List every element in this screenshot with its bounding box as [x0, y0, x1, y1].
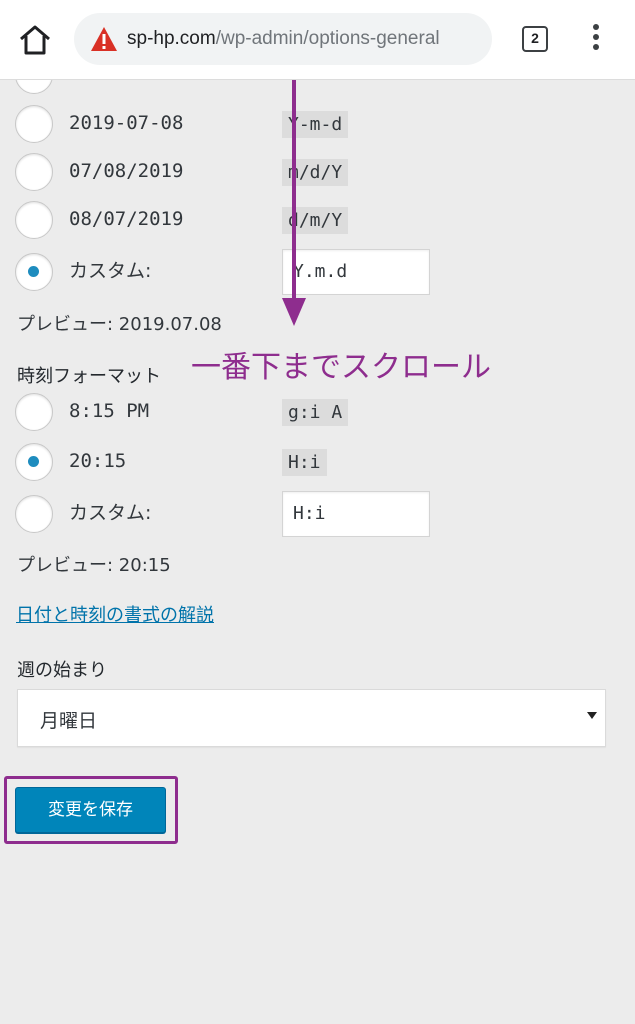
url-host: sp-hp.com: [127, 28, 216, 49]
radio-button[interactable]: [15, 153, 53, 191]
home-icon[interactable]: [18, 24, 52, 56]
radio-button-checked[interactable]: [15, 253, 53, 291]
time-format-option-1[interactable]: 8:15 PM g:i A: [15, 389, 615, 435]
week-start-title: 週の始まり: [17, 660, 107, 681]
scroll-annotation-text: 一番下までスクロール: [191, 350, 491, 385]
radio-button[interactable]: [15, 105, 53, 143]
time-format-custom-input[interactable]: H:i: [282, 491, 430, 537]
time-format-option-2[interactable]: 20:15 H:i: [15, 439, 615, 485]
date-preview: プレビュー: 2019.07.08: [17, 314, 222, 335]
warning-triangle-icon: [90, 26, 118, 52]
week-start-selected-value: 月曜日: [40, 710, 98, 732]
tab-switcher-button[interactable]: 2: [522, 26, 548, 52]
url-path: /wp-admin/options-general: [215, 28, 440, 49]
date-time-format-help-link[interactable]: 日付と時刻の書式の解説: [16, 601, 214, 627]
format-code: g:i A: [282, 399, 349, 426]
week-start-select[interactable]: 月曜日: [17, 689, 606, 747]
save-changes-button[interactable]: 変更を保存: [15, 787, 166, 833]
browser-toolbar: sp-hp.com/wp-admin/options-general 2: [0, 0, 635, 80]
radio-button[interactable]: [15, 495, 53, 533]
option-label: 2019-07-08: [69, 112, 184, 134]
option-label: 08/07/2019: [69, 208, 184, 230]
dropdown-arrow-icon: [587, 712, 597, 719]
radio-button[interactable]: [15, 201, 53, 239]
time-format-title: 時刻フォーマット: [17, 366, 161, 387]
radio-button-checked[interactable]: [15, 443, 53, 481]
radio-button[interactable]: [15, 80, 53, 94]
address-bar[interactable]: sp-hp.com/wp-admin/options-general: [74, 13, 492, 65]
radio-button[interactable]: [15, 393, 53, 431]
time-format-custom[interactable]: カスタム: H:i: [15, 491, 615, 537]
option-label: カスタム:: [69, 260, 152, 282]
option-label: 8:15 PM: [69, 400, 150, 422]
option-label: 20:15: [69, 450, 127, 472]
settings-page: 2019-07-08 Y-m-d 07/08/2019 m/d/Y 08/07/…: [0, 80, 635, 1024]
scroll-down-arrow-icon: [282, 80, 306, 326]
option-label: カスタム:: [69, 502, 152, 524]
url-text: sp-hp.com/wp-admin/options-general: [127, 26, 479, 52]
option-label: 07/08/2019: [69, 160, 184, 182]
overflow-menu-icon[interactable]: [590, 24, 602, 54]
format-code: H:i: [282, 449, 327, 476]
time-preview: プレビュー: 20:15: [17, 555, 171, 576]
